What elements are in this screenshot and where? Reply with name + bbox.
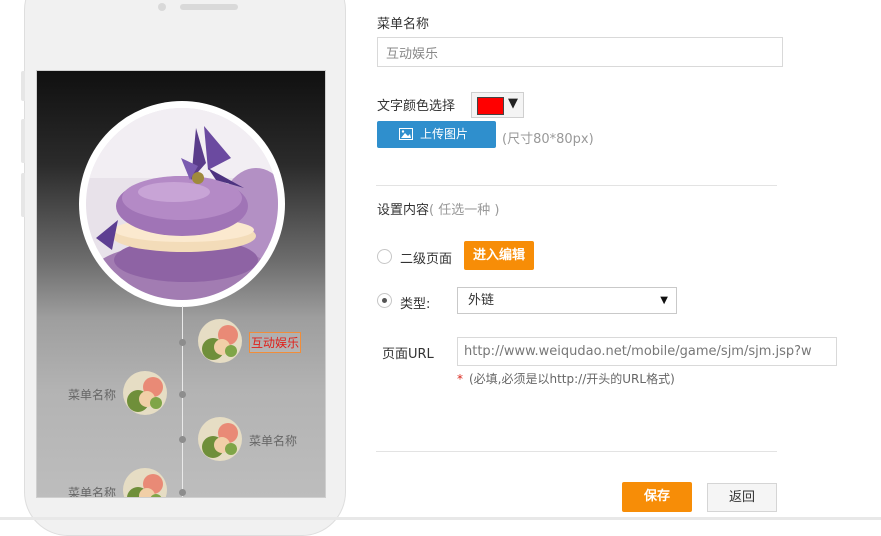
select-caret-icon: ▼ [660,295,668,306]
subpage-radio[interactable] [377,249,392,264]
enter-edit-button[interactable]: 进入编辑 [464,241,534,270]
back-button[interactable]: 返回 [707,483,777,512]
content-settings-label: 设置内容( 任选一种 ) [377,199,499,218]
color-swatch [477,97,504,115]
phone-side-button [21,173,25,217]
content-hint: ( 任选一种 ) [429,203,500,218]
save-button[interactable]: 保存 [622,482,692,512]
type-option-label: 类型: [400,297,431,312]
url-required-text: (必填,必须是以http://开头的URL格式) [469,372,675,386]
color-picker[interactable]: ▼ [471,92,524,118]
menu-item-icon[interactable] [123,371,167,415]
menu-item-label-active[interactable]: 互动娱乐 [249,332,302,353]
macaron-photo [86,108,278,300]
menu-name-label: 菜单名称 [377,17,430,32]
timeline-dot [179,489,186,496]
menu-item-label[interactable]: 菜单名称 [68,386,116,403]
url-required-hint: * (必填,必须是以http://开头的URL格式) [457,370,675,387]
phone-camera [158,3,166,11]
menu-item-icon[interactable] [123,468,167,497]
type-select-value: 外链 [468,293,495,308]
text-color-label: 文字颜色选择 [377,99,456,114]
phone-side-button [21,119,25,163]
image-icon [399,128,413,140]
timeline-dot [179,339,186,346]
page-url-input[interactable] [457,337,837,366]
type-radio[interactable] [377,293,392,308]
page-url-label: 页面URL [382,347,434,362]
phone-side-button [21,71,25,101]
type-select[interactable]: 外链 ▼ [457,287,677,314]
upload-image-button[interactable]: 上传图片 [377,121,496,148]
phone-speaker [180,4,238,10]
phone-screen-preview: 互动娱乐 菜单名称 菜单名称 菜单名称 [36,70,326,498]
timeline-dot [179,436,186,443]
section-divider [376,185,777,186]
upload-size-hint: (尺寸80*80px) [502,132,594,147]
menu-name-input[interactable] [377,37,783,67]
subpage-option-label: 二级页面 [400,252,453,267]
menu-item-icon[interactable] [198,417,242,461]
cover-image [79,101,285,307]
upload-button-label: 上传图片 [420,127,469,141]
timeline-dot [179,391,186,398]
section-divider [376,451,777,452]
menu-timeline [182,306,183,497]
content-label: 设置内容 [377,203,430,218]
menu-item-icon[interactable] [198,319,242,363]
required-star: * [457,372,463,386]
menu-item-label[interactable]: 菜单名称 [68,484,116,497]
dropdown-arrow-icon: ▼ [508,96,518,111]
menu-item-label[interactable]: 菜单名称 [249,432,297,449]
